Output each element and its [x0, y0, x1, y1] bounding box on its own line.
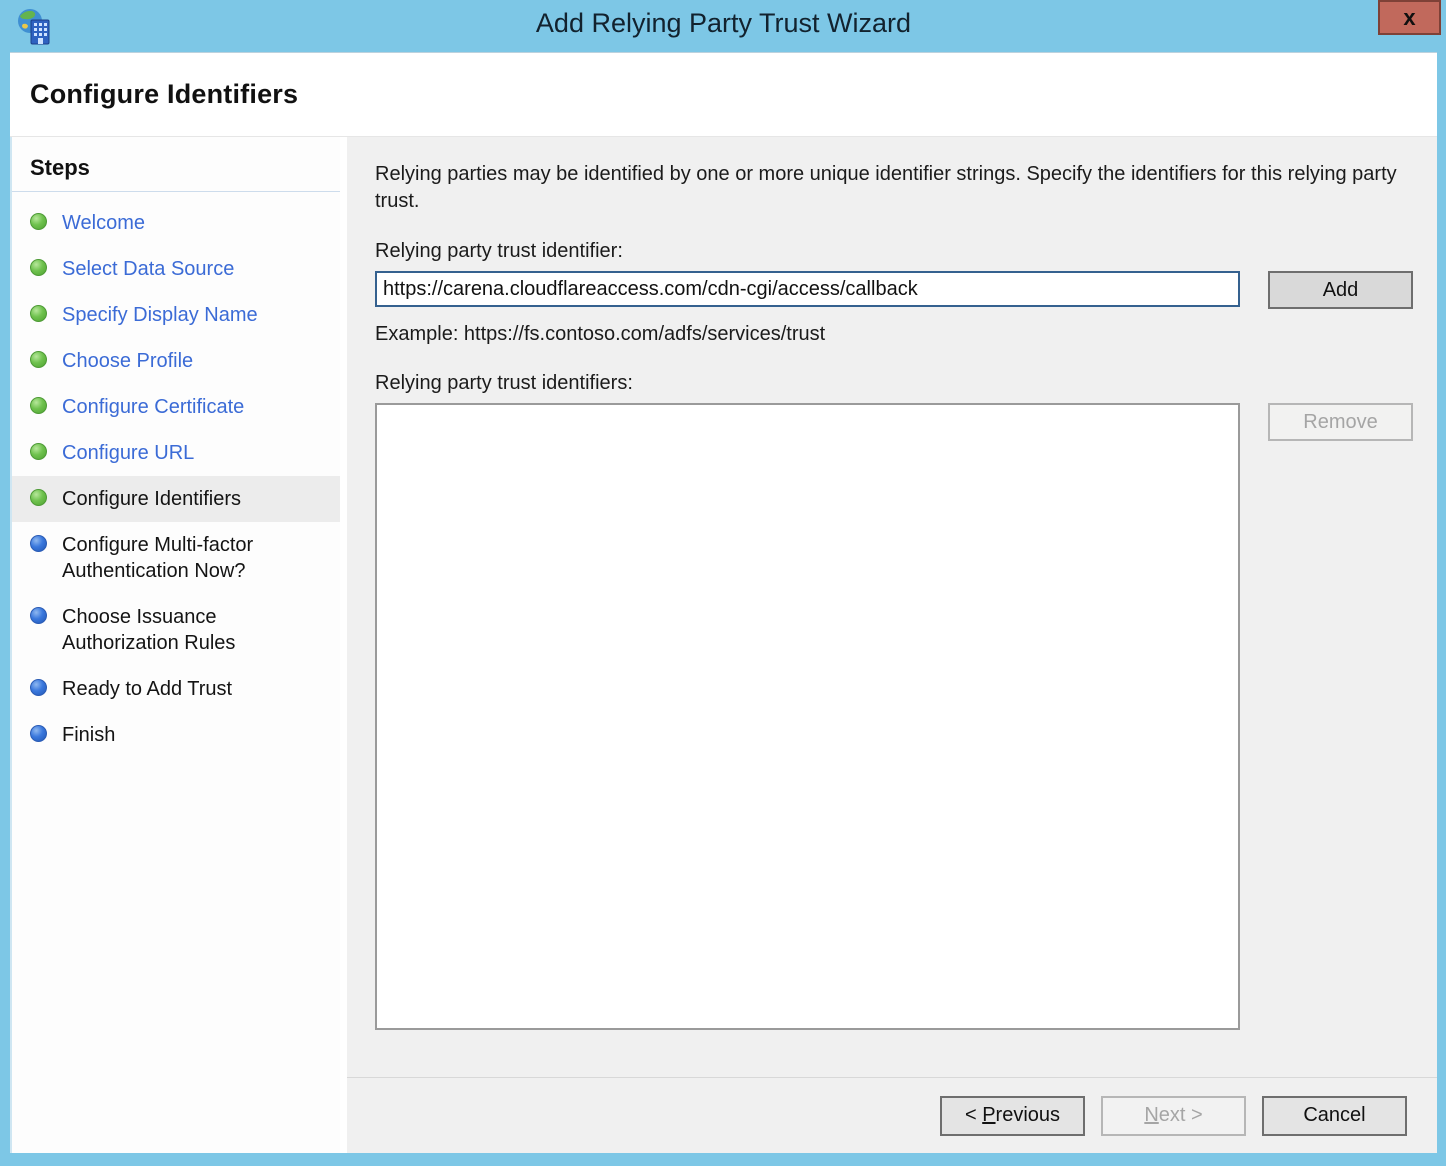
step-label: Choose Issuance Authorization Rules [62, 604, 302, 656]
blue-bullet-icon [30, 679, 47, 696]
cancel-button[interactable]: Cancel [1262, 1096, 1407, 1136]
steps-list: Welcome Select Data Source Specify Display… [12, 200, 340, 758]
step-label: Select Data Source [62, 256, 234, 282]
green-bullet-icon [30, 351, 47, 368]
green-bullet-icon [30, 489, 47, 506]
window-title: Add Relying Party Trust Wizard [10, 0, 1437, 46]
step-item-select-data-source[interactable]: Select Data Source [12, 246, 340, 292]
green-bullet-icon [30, 397, 47, 414]
remove-button[interactable]: Remove [1268, 403, 1413, 441]
step-item-ready-to-add-trust: Ready to Add Trust [12, 666, 340, 712]
close-button[interactable]: x [1378, 0, 1441, 35]
step-label: Choose Profile [62, 348, 193, 374]
add-button[interactable]: Add [1268, 271, 1413, 309]
identifiers-list-label: Relying party trust identifiers: [375, 372, 1413, 395]
blue-bullet-icon [30, 725, 47, 742]
identifier-input[interactable] [375, 271, 1240, 307]
steps-sidebar: Steps Welcome Select Data Source Specify D… [10, 137, 340, 1153]
step-item-configure-identifiers: Configure Identifiers [12, 476, 340, 522]
step-item-configure-certificate[interactable]: Configure Certificate [12, 384, 340, 430]
step-label: Specify Display Name [62, 302, 258, 328]
titlebar: Add Relying Party Trust Wizard x [10, 0, 1437, 52]
step-item-choose-issuance-authorization-rules: Choose Issuance Authorization Rules [12, 594, 340, 666]
page-title: Configure Identifiers [30, 79, 298, 110]
step-item-configure-url[interactable]: Configure URL [12, 430, 340, 476]
green-bullet-icon [30, 259, 47, 276]
steps-heading: Steps [12, 147, 340, 192]
wizard-window: Add Relying Party Trust Wizard x Configu… [0, 0, 1446, 1166]
main-panel: Relying parties may be identified by one… [347, 137, 1437, 1153]
identifiers-listbox[interactable] [375, 403, 1240, 1030]
blue-bullet-icon [30, 535, 47, 552]
step-label: Configure Identifiers [62, 486, 241, 512]
intro-text: Relying parties may be identified by one… [375, 161, 1405, 215]
step-item-finish: Finish [12, 712, 340, 758]
wizard-chrome: Configure Identifiers Steps Welcome Selec… [10, 52, 1437, 1153]
blue-bullet-icon [30, 607, 47, 624]
example-text: Example: https://fs.contoso.com/adfs/ser… [375, 323, 1413, 346]
step-item-specify-display-name[interactable]: Specify Display Name [12, 292, 340, 338]
step-label: Configure Certificate [62, 394, 244, 420]
step-item-choose-profile[interactable]: Choose Profile [12, 338, 340, 384]
green-bullet-icon [30, 305, 47, 322]
next-button[interactable]: Next > [1101, 1096, 1246, 1136]
identifier-label: Relying party trust identifier: [375, 240, 1413, 263]
previous-button[interactable]: < Previous [940, 1096, 1085, 1136]
panel-divider [340, 137, 347, 1153]
step-label: Finish [62, 722, 115, 748]
step-item-welcome[interactable]: Welcome [12, 200, 340, 246]
green-bullet-icon [30, 443, 47, 460]
step-label: Configure URL [62, 440, 194, 466]
step-label: Welcome [62, 210, 145, 236]
step-label: Ready to Add Trust [62, 676, 232, 702]
step-item-configure-multi-factor-authentication-now: Configure Multi-factor Authentication No… [12, 522, 340, 594]
page-header: Configure Identifiers [10, 53, 1437, 137]
green-bullet-icon [30, 213, 47, 230]
footer-bar: < Previous Next > Cancel [347, 1077, 1437, 1153]
step-label: Configure Multi-factor Authentication No… [62, 532, 302, 584]
